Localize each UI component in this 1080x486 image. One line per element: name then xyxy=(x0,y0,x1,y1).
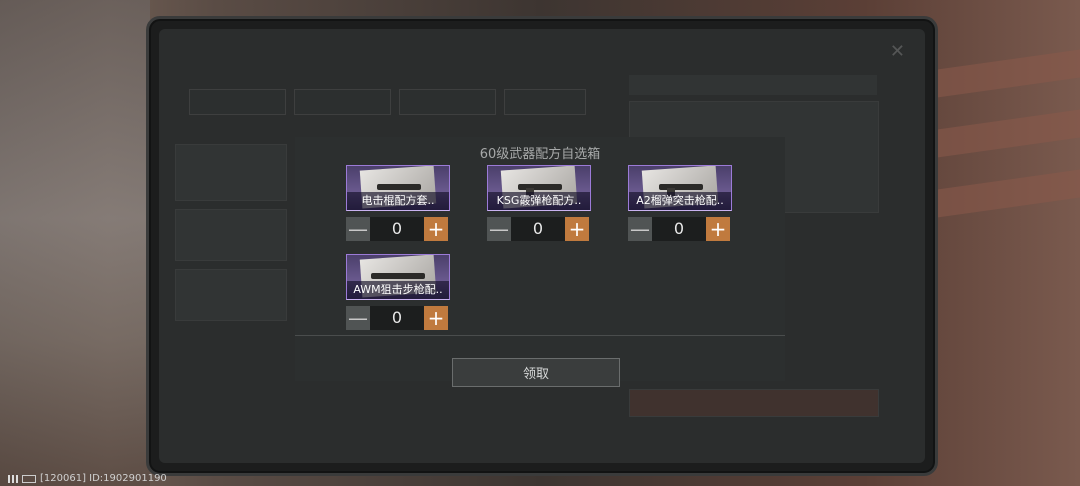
quantity-stepper: — 0 + xyxy=(346,306,450,330)
minus-button[interactable]: — xyxy=(487,217,511,241)
item-label: A2榴弹突击枪配.. xyxy=(629,192,731,210)
background-panel xyxy=(175,144,287,201)
item-4: AWM狙击步枪配.. — 0 + xyxy=(346,254,450,330)
quantity-stepper: — 0 + xyxy=(487,217,591,241)
baton-icon xyxy=(377,184,421,190)
quantity-stepper: — 0 + xyxy=(628,217,732,241)
item-label: AWM狙击步枪配.. xyxy=(347,281,449,299)
item-3: A2榴弹突击枪配.. — 0 + xyxy=(628,165,732,241)
item-1: 电击棍配方套.. — 0 + xyxy=(346,165,450,241)
item-card[interactable]: AWM狙击步枪配.. xyxy=(346,254,450,300)
background-plank xyxy=(930,49,1080,99)
quantity-stepper: — 0 + xyxy=(346,217,450,241)
plus-button[interactable]: + xyxy=(565,217,589,241)
divider xyxy=(295,335,785,336)
battery-icon xyxy=(22,474,36,483)
weapon-recipe-select-box: 60级武器配方自选箱 电击棍配方套.. — 0 + KSG霰弹枪配方.. — 0… xyxy=(295,137,785,387)
background-pillar xyxy=(0,0,150,486)
item-label: KSG霰弹枪配方.. xyxy=(488,192,590,210)
signal-icon xyxy=(8,474,18,483)
sniper-rifle-icon xyxy=(371,273,425,279)
minus-button[interactable]: — xyxy=(346,217,370,241)
quantity-value: 0 xyxy=(370,306,424,330)
background-panel xyxy=(175,209,287,261)
background-header xyxy=(629,75,877,95)
player-id-text: [120061] ID:1902901190 xyxy=(40,473,167,484)
claim-button[interactable]: 领取 xyxy=(452,358,620,387)
item-2: KSG霰弹枪配方.. — 0 + xyxy=(487,165,591,241)
plus-button[interactable]: + xyxy=(706,217,730,241)
item-card[interactable]: 电击棍配方套.. xyxy=(346,165,450,211)
background-button xyxy=(629,389,879,417)
assault-rifle-icon xyxy=(659,184,703,190)
background-tab xyxy=(399,89,496,115)
minus-button[interactable]: — xyxy=(346,306,370,330)
plus-button[interactable]: + xyxy=(424,217,448,241)
item-label: 电击棍配方套.. xyxy=(347,192,449,210)
background-tab xyxy=(504,89,586,115)
quantity-value: 0 xyxy=(511,217,565,241)
quantity-value: 0 xyxy=(652,217,706,241)
background-plank xyxy=(930,169,1080,219)
plus-button[interactable]: + xyxy=(424,306,448,330)
background-tab xyxy=(294,89,391,115)
quantity-value: 0 xyxy=(370,217,424,241)
background-tab xyxy=(189,89,286,115)
shotgun-icon xyxy=(518,184,562,190)
close-icon: ✕ xyxy=(889,41,905,62)
status-bar: [120061] ID:1902901190 xyxy=(8,473,167,484)
item-card[interactable]: A2榴弹突击枪配.. xyxy=(628,165,732,211)
background-plank xyxy=(930,109,1080,159)
item-card[interactable]: KSG霰弹枪配方.. xyxy=(487,165,591,211)
minus-button[interactable]: — xyxy=(628,217,652,241)
background-panel xyxy=(175,269,287,321)
modal-title: 60级武器配方自选箱 xyxy=(479,147,601,162)
